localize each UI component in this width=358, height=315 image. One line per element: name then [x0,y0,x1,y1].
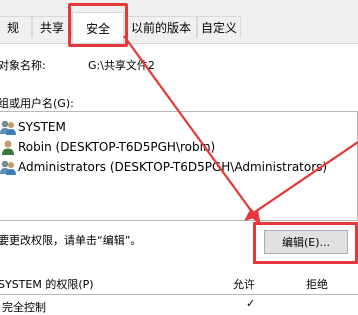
permissions-title: SYSTEM 的权限(P) [0,278,94,291]
allow-column-header: 允许 [233,278,255,291]
list-item[interactable]: SYSTEM [0,117,66,137]
tab-label: 规 [6,21,19,35]
edit-button-highlight [253,222,358,264]
tab-general[interactable]: 规 [0,16,32,38]
tab-customize[interactable]: 自定义 [197,16,241,38]
list-item[interactable]: Robin (DESKTOP-T6D5PGH\robin) [0,137,215,157]
object-name-value: G:\共享文件2 [88,59,155,72]
tab-sharing[interactable]: 共享 [32,16,72,38]
user-list: SYSTEM Robin (DESKTOP-T6D5PGH\robin) Adm… [0,111,358,221]
change-permission-hint: 要更改权限，请单击“编辑”。 [0,234,142,247]
tab-label: 以前的版本 [130,21,191,35]
user-name: Robin (DESKTOP-T6D5PGH\robin) [18,140,216,154]
tab-label: 共享 [39,21,64,35]
object-name-label: 对象名称: [0,59,46,72]
tab-previous-versions[interactable]: 以前的版本 [125,16,197,38]
user-name: SYSTEM [18,120,66,134]
group-user-label: 组或用户名(G): [0,97,74,110]
user-icon [2,140,14,155]
user-name: Administrators (DESKTOP-T6D5PGH\Administ… [18,160,328,174]
security-tab-highlight [68,3,128,47]
group-users-icon [0,160,16,175]
permission-row-label: 完全控制 [2,301,46,314]
allow-check-icon: ✓ [246,297,256,310]
group-users-icon [0,120,16,135]
permissions-list: 完全控制 ✓ [0,294,358,315]
permissions-header: SYSTEM 的权限(P) 允许 拒绝 [0,276,358,292]
list-item[interactable]: Administrators (DESKTOP-T6D5PGH\Administ… [0,157,327,177]
deny-column-header: 拒绝 [306,278,328,291]
tab-label: 自定义 [200,21,237,35]
